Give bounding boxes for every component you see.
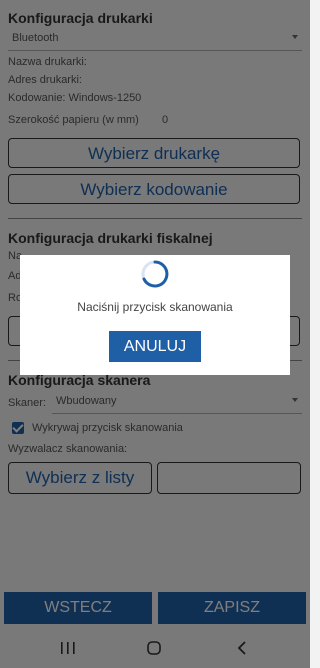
cancel-button[interactable]: ANULUJ <box>109 331 201 362</box>
dialog-message: Naciśnij przycisk skanowania <box>77 300 233 314</box>
loading-spinner-icon <box>141 260 169 288</box>
scan-dialog: Naciśnij przycisk skanowania ANULUJ <box>20 255 290 375</box>
